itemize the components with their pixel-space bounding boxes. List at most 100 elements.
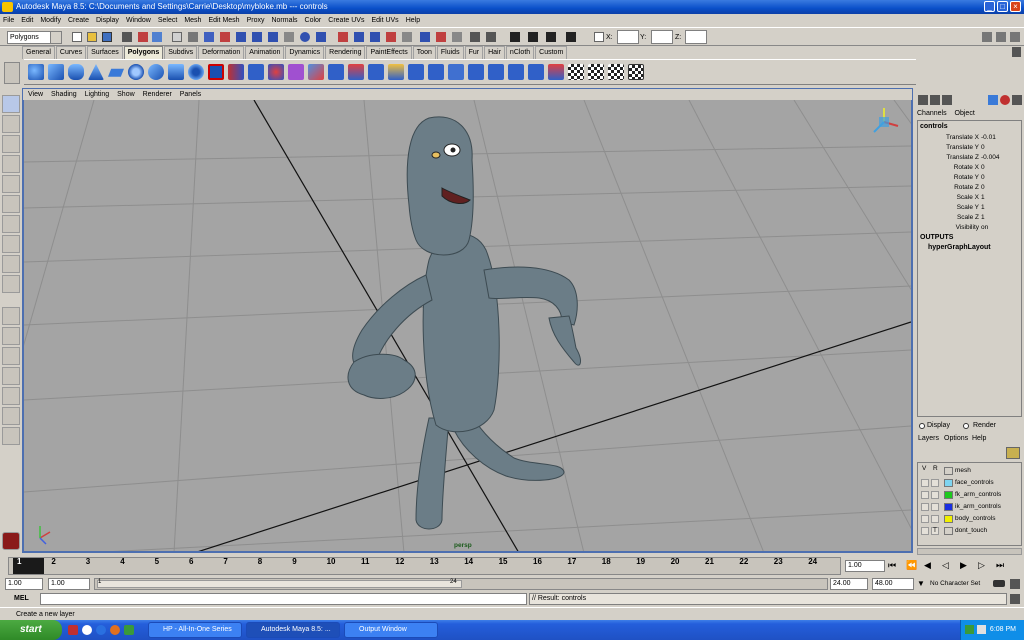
channel-value[interactable]: 1 xyxy=(981,203,985,213)
mask-deformations-icon[interactable] xyxy=(252,32,262,42)
render-view-icon[interactable] xyxy=(470,32,480,42)
layer-reference-toggle[interactable]: T xyxy=(931,527,939,535)
smooth-icon[interactable] xyxy=(248,64,264,80)
shelf-tab-general[interactable]: General xyxy=(22,46,55,59)
panel-menu-view[interactable]: View xyxy=(28,91,43,98)
channel-scale-z[interactable]: Scale Z1 xyxy=(916,213,1021,223)
quick-launch-icon[interactable] xyxy=(124,625,134,635)
shelf-tab-polygons[interactable]: Polygons xyxy=(123,46,164,59)
mask-surfaces-icon[interactable] xyxy=(236,32,246,42)
menu-create[interactable]: Create xyxy=(68,14,89,27)
single-pane-layout-icon[interactable] xyxy=(2,307,20,325)
poly-cone-icon[interactable] xyxy=(88,64,104,80)
layer-name[interactable]: face_controls xyxy=(955,477,994,489)
shelf-tab-surfaces[interactable]: Surfaces xyxy=(87,46,123,59)
universal-manipulator-icon[interactable] xyxy=(2,215,20,233)
tray-icon[interactable] xyxy=(965,625,974,634)
layer-reference-toggle[interactable] xyxy=(931,491,939,499)
mask-misc-icon[interactable] xyxy=(300,32,310,42)
new-scene-icon[interactable] xyxy=(72,32,82,42)
shelf-tab-rendering[interactable]: Rendering xyxy=(325,46,366,59)
hypershade-layout-icon[interactable] xyxy=(2,407,20,425)
mask-joints-icon[interactable] xyxy=(204,32,214,42)
channel-value[interactable]: -0.004 xyxy=(981,153,999,163)
numeric-input-icon[interactable] xyxy=(594,32,604,42)
extrude-icon[interactable] xyxy=(308,64,324,80)
character-set-menu[interactable]: No Character Set xyxy=(930,578,990,590)
poly-cylinder-icon[interactable] xyxy=(68,64,84,80)
layer-editor-only-icon[interactable] xyxy=(942,95,952,105)
next-key-icon[interactable]: ▷ xyxy=(978,560,985,571)
shelf-tab-hair[interactable]: Hair xyxy=(484,46,505,59)
go-to-start-icon[interactable]: ⏮ xyxy=(888,560,896,571)
channel-translate-x[interactable]: Translate X -0.01 xyxy=(916,133,1021,143)
snap-view-plane-icon[interactable] xyxy=(386,32,396,42)
layer-name[interactable]: body_controls xyxy=(955,513,995,525)
ipr-render-icon[interactable] xyxy=(528,32,538,42)
spherical-mapping-icon[interactable] xyxy=(588,64,604,80)
step-back-icon[interactable]: ⏪ xyxy=(906,560,917,571)
character-dropdown-arrow[interactable]: ▼ xyxy=(917,579,925,588)
poly-prism-icon[interactable] xyxy=(148,64,164,80)
z-input[interactable] xyxy=(685,30,707,44)
panel-menu-renderer[interactable]: Renderer xyxy=(143,91,172,98)
menu-select[interactable]: Select xyxy=(158,14,177,27)
channel-rotate-y[interactable]: Rotate Y0 xyxy=(916,173,1021,183)
trash-icon[interactable] xyxy=(1012,47,1021,57)
display-radio[interactable] xyxy=(919,423,925,429)
channel-sync-icon[interactable] xyxy=(1012,95,1022,105)
select-by-hierarchy-icon[interactable] xyxy=(122,32,132,42)
taskbar-maya[interactable]: Autodesk Maya 8.5: ... xyxy=(246,622,340,638)
layer-visibility-toggle[interactable] xyxy=(921,515,929,523)
menu-proxy[interactable]: Proxy xyxy=(247,14,265,27)
make-live-icon[interactable] xyxy=(402,32,412,42)
save-scene-icon[interactable] xyxy=(102,32,112,42)
open-scene-icon[interactable] xyxy=(87,32,97,42)
cylindrical-mapping-icon[interactable] xyxy=(568,64,584,80)
channel-translate-y[interactable]: Translate Y0 xyxy=(916,143,1021,153)
layer-name[interactable]: dont_touch xyxy=(955,525,987,537)
scale-tool-icon[interactable] xyxy=(2,195,20,213)
poly-torus-icon[interactable] xyxy=(128,64,144,80)
range-slider[interactable]: 1 24 xyxy=(94,578,828,590)
layer-row[interactable]: T dont_touch xyxy=(918,525,1021,537)
menu-help[interactable]: Help xyxy=(406,14,420,27)
anim-start-field[interactable]: 1.00 xyxy=(48,578,90,590)
channels-menu[interactable]: Channels xyxy=(917,110,947,117)
mirror-geometry-icon[interactable] xyxy=(288,64,304,80)
snap-point-icon[interactable] xyxy=(370,32,380,42)
menu-edit-uvs[interactable]: Edit UVs xyxy=(371,14,398,27)
rotate-tool-icon[interactable] xyxy=(2,175,20,193)
mask-handles-icon[interactable] xyxy=(188,32,198,42)
layers-menu[interactable]: Layers xyxy=(918,435,939,442)
select-by-component-icon[interactable] xyxy=(152,32,162,42)
layer-scrollbar[interactable] xyxy=(917,548,1022,555)
channel-visibility[interactable]: Visibility on xyxy=(916,223,1021,233)
show-attribute-editor-icon[interactable] xyxy=(982,32,992,42)
channel-translate-z[interactable]: Translate Z -0.004 xyxy=(916,153,1021,163)
panel-menu-panels[interactable]: Panels xyxy=(180,91,201,98)
menu-window[interactable]: Window xyxy=(126,14,151,27)
channel-rotate-z[interactable]: Rotate Z0 xyxy=(916,183,1021,193)
mask-curves-icon[interactable] xyxy=(220,32,230,42)
play-forwards-icon[interactable]: ▶ xyxy=(960,560,967,571)
input-output-icon[interactable] xyxy=(420,32,430,42)
taskbar-hp-all-in-one[interactable]: HP - All-In-One Series xyxy=(148,622,242,638)
layer-row[interactable]: ik_arm_controls xyxy=(918,501,1021,513)
soft-modification-icon[interactable] xyxy=(2,235,20,253)
options-menu[interactable]: Options xyxy=(944,435,968,442)
anim-end-field[interactable]: 48.00 xyxy=(872,578,914,590)
channel-box-only-icon[interactable] xyxy=(930,95,940,105)
cut-faces-icon[interactable] xyxy=(428,64,444,80)
layer-name[interactable]: fk_arm_controls xyxy=(955,489,1001,501)
render-icon[interactable] xyxy=(510,32,520,42)
layer-visibility-toggle[interactable] xyxy=(921,479,929,487)
current-frame-field[interactable]: 1.00 xyxy=(845,560,885,572)
channel-value[interactable]: 0 xyxy=(981,183,985,193)
time-slider[interactable]: 1 2 3 4 5 6 7 8 9 10 11 12 13 14 15 16 17 18 19 20 21 22 23 24 … xyxy=(0,556,1024,577)
channel-speed-icon[interactable] xyxy=(988,95,998,105)
persp-graph-layout-icon[interactable] xyxy=(2,387,20,405)
quick-launch-icon[interactable] xyxy=(82,625,92,635)
channel-value[interactable]: 0 xyxy=(981,143,985,153)
channel-hyper-icon[interactable] xyxy=(1000,95,1010,105)
